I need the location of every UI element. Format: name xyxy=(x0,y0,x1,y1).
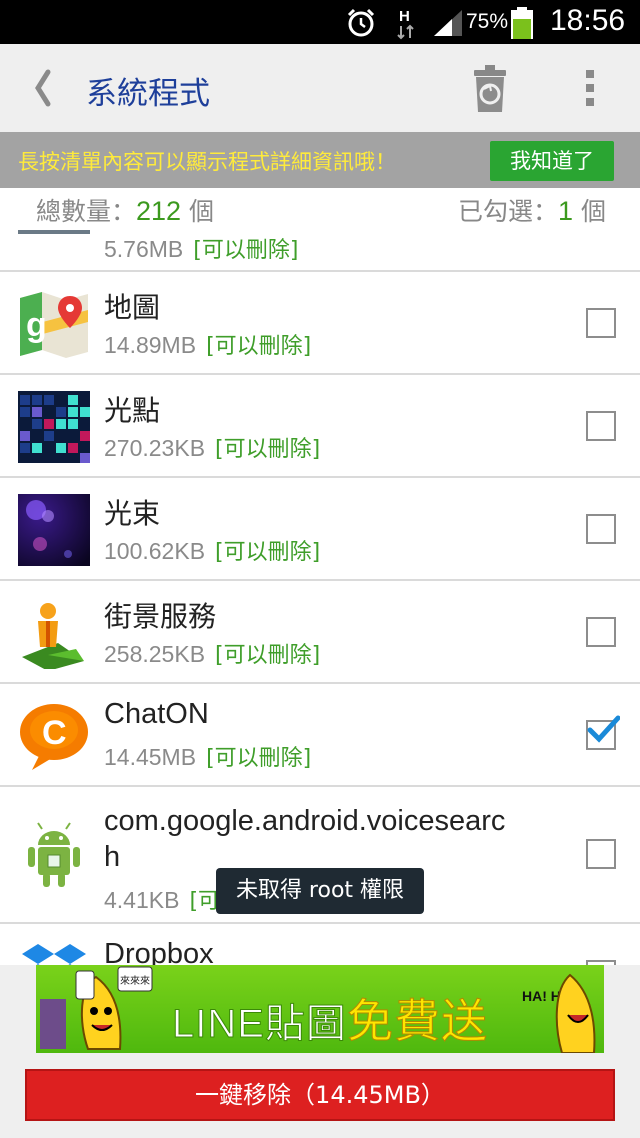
select-checkbox[interactable] xyxy=(586,514,616,544)
action-bar: 系統程式 xyxy=(0,44,640,132)
ad-headline: LINE貼圖免費送 xyxy=(172,995,488,1048)
total-count: 總數量：212 個 xyxy=(36,196,215,226)
app-name: 街景服務 xyxy=(104,600,217,633)
app-size: 14.45MB xyxy=(104,744,197,770)
overflow-menu-icon[interactable] xyxy=(578,66,602,110)
deletable-tag: [可以刪除] xyxy=(193,238,299,263)
recycle-bin-icon[interactable] xyxy=(470,62,510,114)
google-maps-icon: g xyxy=(20,292,88,358)
list-item[interactable]: 5.76MB [可以刪除] xyxy=(0,230,640,272)
back-chevron-icon[interactable] xyxy=(28,66,58,110)
app-size: 14.89MB xyxy=(104,332,197,358)
snow-scene-icon xyxy=(18,230,90,234)
light-grid-icon xyxy=(18,391,90,463)
svg-text:來來來: 來來來 xyxy=(120,975,150,987)
deletable-tag: [可以刪除] xyxy=(215,540,321,565)
ad-banner[interactable]: 來來來 LINE貼圖免費送 HA! HA! xyxy=(36,965,604,1053)
checkmark-icon xyxy=(587,715,620,743)
deletable-tag: [可以刪除] xyxy=(215,643,321,668)
select-checkbox[interactable] xyxy=(586,308,616,338)
status-bar: H 75% 18:56 xyxy=(0,0,640,44)
app-name-wrap: h xyxy=(104,841,121,873)
hspa-network-icon: H xyxy=(397,8,414,40)
dropbox-icon xyxy=(22,944,86,965)
svg-text:C: C xyxy=(42,714,67,752)
page-title: 系統程式 xyxy=(86,76,210,112)
street-view-icon xyxy=(22,603,84,669)
app-name: 地圖 xyxy=(104,291,161,324)
deletable-tag: [可以刪除] xyxy=(206,746,312,771)
app-list[interactable]: 5.76MB [可以刪除] g 地圖 14.89MB [可以刪除] 光點 270… xyxy=(0,230,640,965)
svg-text:H: H xyxy=(399,8,410,25)
android-robot-icon xyxy=(28,822,80,887)
toast-message: 未取得 root 權限 xyxy=(216,868,424,914)
select-checkbox[interactable] xyxy=(586,617,616,647)
app-size: 270.23KB xyxy=(104,435,206,461)
select-checkbox[interactable] xyxy=(586,715,620,750)
list-item[interactable]: 光束 100.62KB [可以刪除] xyxy=(0,478,640,581)
list-item[interactable]: Dropbox xyxy=(0,924,640,965)
svg-text:g: g xyxy=(26,306,47,344)
battery-percent: 75% xyxy=(466,10,509,33)
tip-banner: 長按清單內容可以顯示程式詳細資訊哦！ 我知道了 xyxy=(0,132,640,188)
app-name: Dropbox xyxy=(104,938,214,965)
alarm-clock-icon xyxy=(347,8,375,37)
bottom-bar: 一鍵移除（14.45MB） xyxy=(0,1053,640,1138)
select-checkbox[interactable] xyxy=(586,411,616,441)
battery-icon xyxy=(511,7,533,39)
selected-count: 已勾選：1 個 xyxy=(458,196,606,226)
bokeh-icon xyxy=(18,494,90,566)
list-item[interactable]: C ChatON 14.45MB [可以刪除] xyxy=(0,684,640,787)
clock-time: 18:56 xyxy=(550,4,626,37)
deletable-tag: [可以刪除] xyxy=(215,437,321,462)
app-name: ChatON xyxy=(104,698,209,730)
tip-text: 長按清單內容可以顯示程式詳細資訊哦！ xyxy=(18,150,396,174)
app-name: 光束 xyxy=(104,497,161,530)
app-name: 光點 xyxy=(104,394,161,427)
chaton-icon: C xyxy=(20,704,88,770)
app-size: 4.41KB xyxy=(104,887,180,913)
one-tap-remove-button[interactable]: 一鍵移除（14.45MB） xyxy=(25,1069,615,1121)
app-size: 100.62KB xyxy=(104,538,206,564)
list-item[interactable]: 街景服務 258.25KB [可以刪除] xyxy=(0,581,640,684)
cartoon-banana-laughing-icon: HA! HA! xyxy=(522,973,596,1053)
count-summary: 總數量：212 個 已勾選：1 個 xyxy=(0,188,640,230)
dismiss-tip-button[interactable]: 我知道了 xyxy=(490,141,614,181)
app-size: 5.76MB xyxy=(104,236,184,262)
deletable-tag: [可以刪除] xyxy=(206,334,312,359)
app-size: 258.25KB xyxy=(104,641,206,667)
signal-strength-icon xyxy=(434,10,462,36)
list-item[interactable]: g 地圖 14.89MB [可以刪除] xyxy=(0,272,640,375)
select-checkbox[interactable] xyxy=(586,839,616,869)
app-name: com.google.android.voicesearc xyxy=(104,805,506,837)
list-item[interactable]: 光點 270.23KB [可以刪除] xyxy=(0,375,640,478)
cartoon-banana-icon: 來來來 xyxy=(40,966,153,1050)
